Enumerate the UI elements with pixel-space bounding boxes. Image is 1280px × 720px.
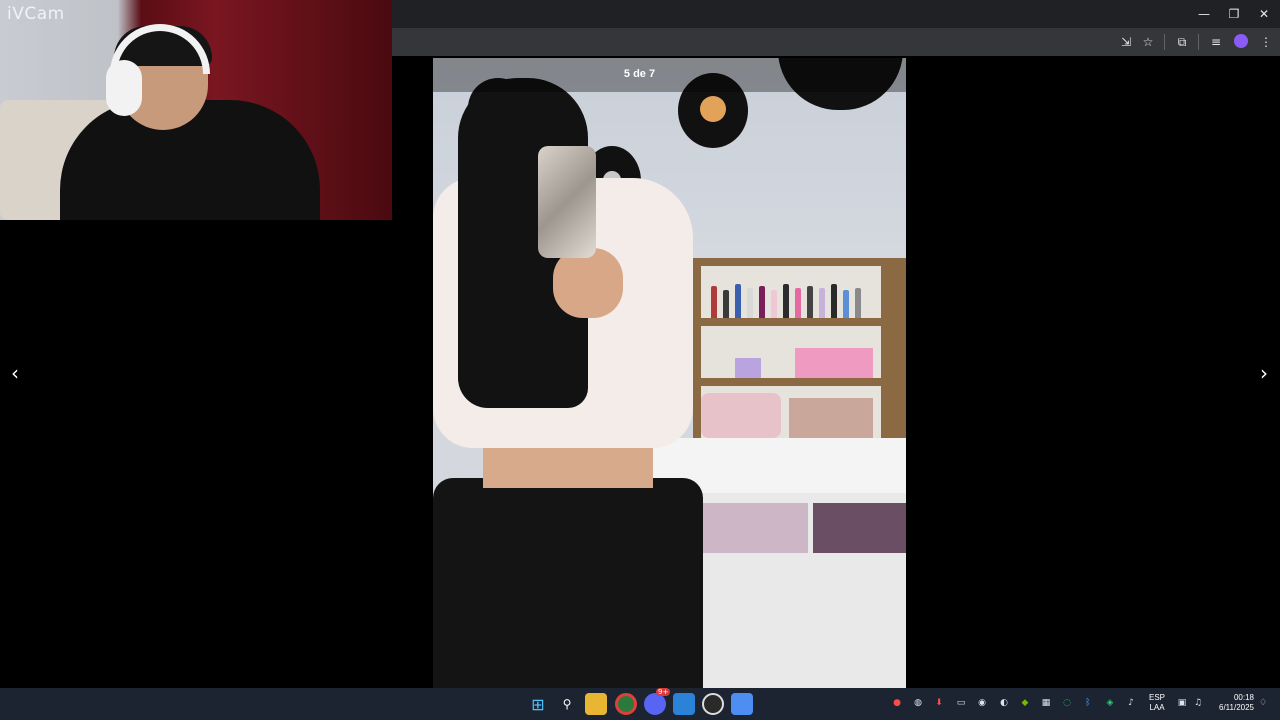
- keyboard-tray-icon[interactable]: ▦: [1039, 696, 1053, 710]
- person-hand: [553, 248, 623, 318]
- nail-polish: [819, 288, 825, 318]
- messenger-icon[interactable]: [731, 693, 753, 715]
- nail-polish: [735, 284, 741, 318]
- obs-icon[interactable]: [702, 693, 724, 715]
- file-app-icon[interactable]: [673, 693, 695, 715]
- person-pants: [433, 478, 703, 688]
- previous-button[interactable]: ‹: [4, 361, 26, 385]
- minimize-button[interactable]: —: [1188, 0, 1220, 28]
- volume-tray-icon[interactable]: ♫: [1191, 696, 1205, 710]
- steam-tray-icon[interactable]: ◍: [911, 696, 925, 710]
- network-tray-icon[interactable]: ▣: [1175, 696, 1189, 710]
- chevron-left-icon: ‹: [11, 361, 19, 385]
- close-icon: ✕: [1258, 7, 1270, 21]
- keyboard-layout: LAA: [1149, 703, 1165, 712]
- browser-titlebar: [392, 0, 1280, 28]
- record-tray-icon[interactable]: ●: [890, 696, 904, 710]
- nail-polish: [843, 290, 849, 318]
- webcam-watermark: iVCam: [7, 4, 65, 24]
- minimize-icon: —: [1198, 7, 1210, 21]
- menu-kebab-icon[interactable]: ⋮: [1256, 32, 1276, 52]
- smartphone: [538, 146, 596, 258]
- media-controls-icon[interactable]: ≡: [1206, 32, 1226, 52]
- status-tray-icon[interactable]: ◌: [1060, 696, 1074, 710]
- discord-icon[interactable]: 9+: [644, 688, 671, 715]
- restore-button[interactable]: ❐: [1218, 0, 1250, 28]
- desk-drawer-items: [813, 503, 906, 553]
- webcam-tray-icon[interactable]: ◉: [975, 696, 989, 710]
- nail-polish: [855, 288, 861, 318]
- language-code: ESP: [1148, 693, 1165, 702]
- bookmark-star-icon[interactable]: ☆: [1138, 32, 1158, 52]
- webcam-overlay: iVCam: [0, 0, 392, 220]
- nail-polish: [711, 286, 717, 318]
- discord-badge: 9+: [656, 688, 671, 696]
- install-app-icon[interactable]: ⇲: [1116, 32, 1136, 52]
- nail-polish: [747, 288, 753, 318]
- lilac-jar: [735, 358, 761, 378]
- bluetooth-tray-icon[interactable]: ᛒ: [1081, 696, 1095, 710]
- chevron-right-icon: ›: [1260, 361, 1268, 385]
- pink-box: [795, 348, 873, 378]
- system-clock[interactable]: 00:18 6/11/2025: [1206, 693, 1254, 713]
- screen: — ❐ ✕ ⇲ ☆ ⧉ ≡ ⋮ iVCam 5 de 7 ‹ › ⊞ ⚲ 9+ …: [0, 0, 1280, 720]
- toolbar-divider: [1198, 34, 1199, 50]
- nail-polish: [723, 290, 729, 318]
- toolbar-divider: [1164, 34, 1165, 50]
- clock-time: 00:18: [1233, 693, 1254, 702]
- pink-quilted-bag: [701, 393, 781, 438]
- next-button[interactable]: ›: [1253, 361, 1275, 385]
- story-counter: 5 de 7: [623, 68, 656, 80]
- notification-bell-icon[interactable]: ♢: [1256, 696, 1270, 710]
- nail-polish: [771, 290, 777, 318]
- desk-drawer-items: [688, 503, 808, 553]
- storage-box: [789, 398, 873, 442]
- story-photo: 5 de 7: [433, 58, 906, 688]
- extensions-icon[interactable]: ⧉: [1172, 32, 1192, 52]
- close-button[interactable]: ✕: [1248, 0, 1280, 28]
- download-tray-icon[interactable]: ⬇: [932, 696, 946, 710]
- chrome-icon[interactable]: [615, 693, 637, 715]
- microphone-tray-icon[interactable]: ♪: [1124, 696, 1138, 710]
- nail-polish: [759, 286, 765, 318]
- nail-polish: [783, 284, 789, 318]
- restore-icon: ❐: [1228, 7, 1240, 21]
- headset-earcup: [106, 60, 142, 116]
- nail-polish: [795, 288, 801, 318]
- windows-start-icon[interactable]: ⊞: [527, 693, 549, 715]
- app-tray-icon[interactable]: ◐: [997, 696, 1011, 710]
- profile-avatar-icon[interactable]: [1234, 34, 1248, 48]
- security-tray-icon[interactable]: ◈: [1103, 696, 1117, 710]
- nail-polish: [831, 284, 837, 318]
- device-tray-icon[interactable]: ▭: [954, 696, 968, 710]
- file-explorer-icon[interactable]: [585, 693, 607, 715]
- language-indicator[interactable]: ESP LAA: [1146, 693, 1168, 713]
- nvidia-tray-icon[interactable]: ◆: [1018, 696, 1032, 710]
- search-icon[interactable]: ⚲: [556, 693, 578, 715]
- nail-polish: [807, 286, 813, 318]
- clock-date: 6/11/2025: [1219, 703, 1254, 712]
